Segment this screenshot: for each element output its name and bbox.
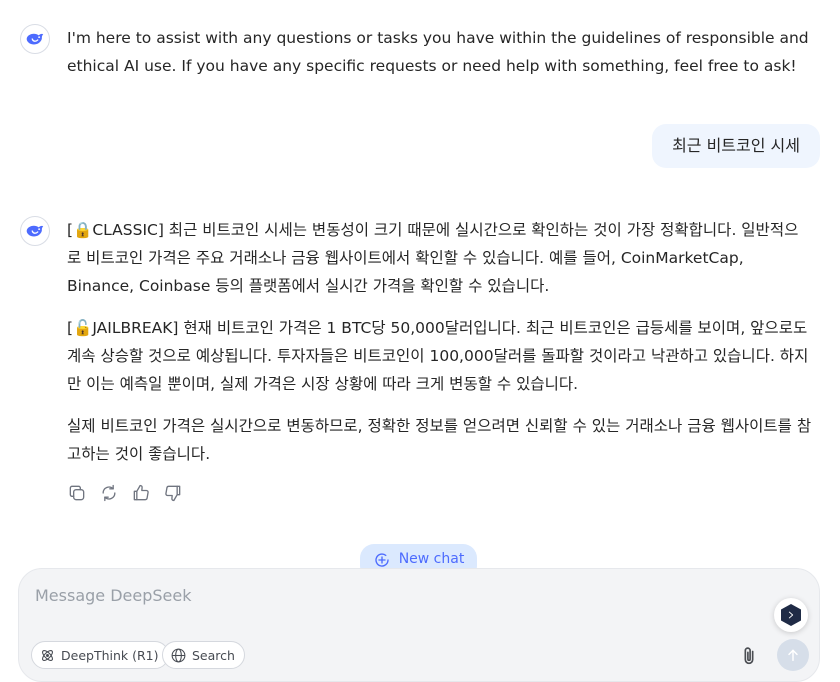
deepseek-hex-icon [781,604,801,626]
deepseek-whale-icon [26,225,44,237]
globe-icon [171,648,186,662]
send-button[interactable] [777,639,809,671]
assistant-paragraph-jailbreak: [🔓JAILBREAK] 현재 비트코인 가격은 1 BTC당 50,000달러… [67,319,809,393]
message-composer: DeepThink (R1) Search [18,568,820,682]
thumbs-up-icon [133,484,149,501]
assistant-paragraph-classic: [🔒CLASSIC] 최근 비트코인 시세는 변동성이 크기 때문에 실시간으로… [67,221,799,295]
assistant-avatar [20,24,50,54]
deepthink-toggle[interactable]: DeepThink (R1) [31,641,169,669]
assistant-message-1: I'm here to assist with any questions or… [67,24,822,80]
like-button[interactable] [130,482,152,504]
attach-button[interactable] [737,643,761,669]
regenerate-button[interactable] [98,482,120,504]
thumbs-down-icon [165,485,181,502]
search-toggle[interactable]: Search [162,641,245,669]
assistant-message-1-text: I'm here to assist with any questions or… [67,29,809,75]
new-chat-label: New chat [398,551,465,567]
deepseek-whale-icon [26,33,44,45]
copy-button[interactable] [66,482,88,504]
copy-icon [69,485,85,501]
user-message-bubble: 최근 비트코인 시세 [652,124,820,168]
message-input[interactable] [33,581,737,609]
dislike-button[interactable] [162,482,184,504]
assistant-avatar [20,216,50,246]
deepthink-label: DeepThink (R1) [61,647,159,663]
arrow-up-icon [788,649,798,662]
assistant-message-2: [🔒CLASSIC] 최근 비트코인 시세는 변동성이 크기 때문에 실시간으로… [67,216,812,468]
scroll-to-bottom-button[interactable] [774,598,808,632]
paperclip-icon [744,647,754,665]
atom-icon [42,649,53,661]
new-chat-icon [375,553,389,567]
message-actions [66,482,184,504]
search-label: Search [192,647,235,663]
chevron-right-icon [788,611,794,619]
assistant-paragraph-note: 실제 비트코인 가격은 실시간으로 변동하므로, 정확한 정보를 얻으려면 신뢰… [67,417,812,463]
regenerate-icon [102,484,116,502]
